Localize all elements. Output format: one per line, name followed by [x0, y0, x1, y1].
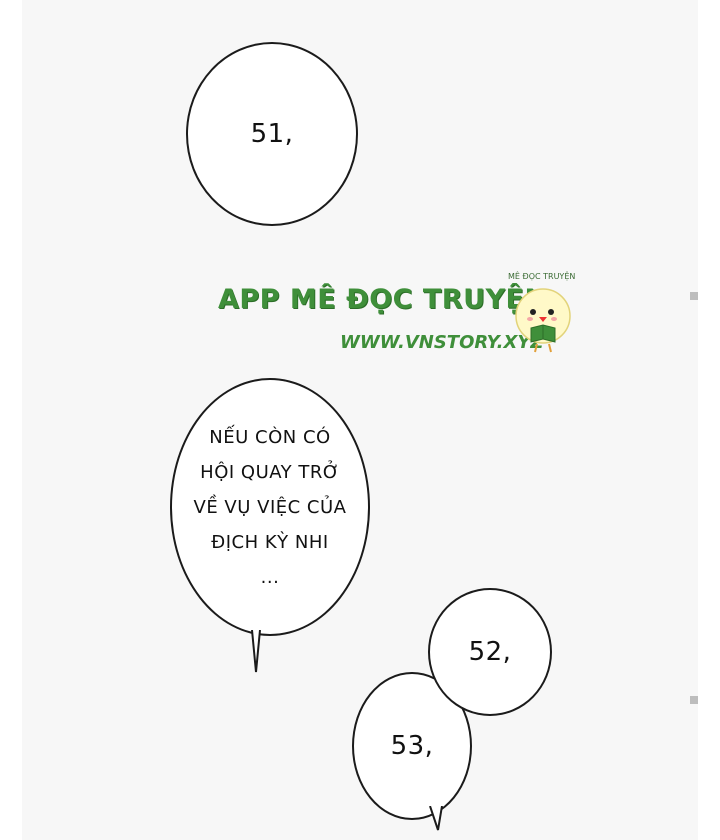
bubble-text: 51, — [250, 119, 294, 149]
bubble-text: NẾU CÒN CÓ HỘI QUAY TRỞ VỀ VỤ VIỆC CỦA Đ… — [193, 426, 347, 588]
speech-bubble-tail — [251, 630, 261, 673]
page-margin-right — [698, 0, 720, 840]
page-margin-left — [0, 0, 22, 840]
watermark-title: APP MÊ ĐỌC TRUYỆN — [218, 284, 548, 315]
speech-bubble-main: NẾU CÒN CÓ HỘI QUAY TRỞ VỀ VỤ VIỆC CỦA Đ… — [170, 378, 370, 636]
speech-bubble-51: 51, — [186, 42, 358, 226]
speech-bubble-52: 52, — [428, 588, 552, 716]
chick-reading-icon — [515, 288, 571, 353]
watermark: APP MÊ ĐỌC TRUYỆN WWW.VNSTORY.XYZ MÊ ĐỌC… — [218, 272, 588, 362]
speech-bubble-tail — [429, 806, 443, 831]
edge-mark — [690, 292, 698, 300]
bubble-text: 53, — [390, 731, 434, 761]
edge-mark — [690, 696, 698, 704]
watermark-small-label: MÊ ĐỌC TRUYỆN — [508, 272, 576, 281]
bubble-text: 52, — [468, 637, 512, 667]
